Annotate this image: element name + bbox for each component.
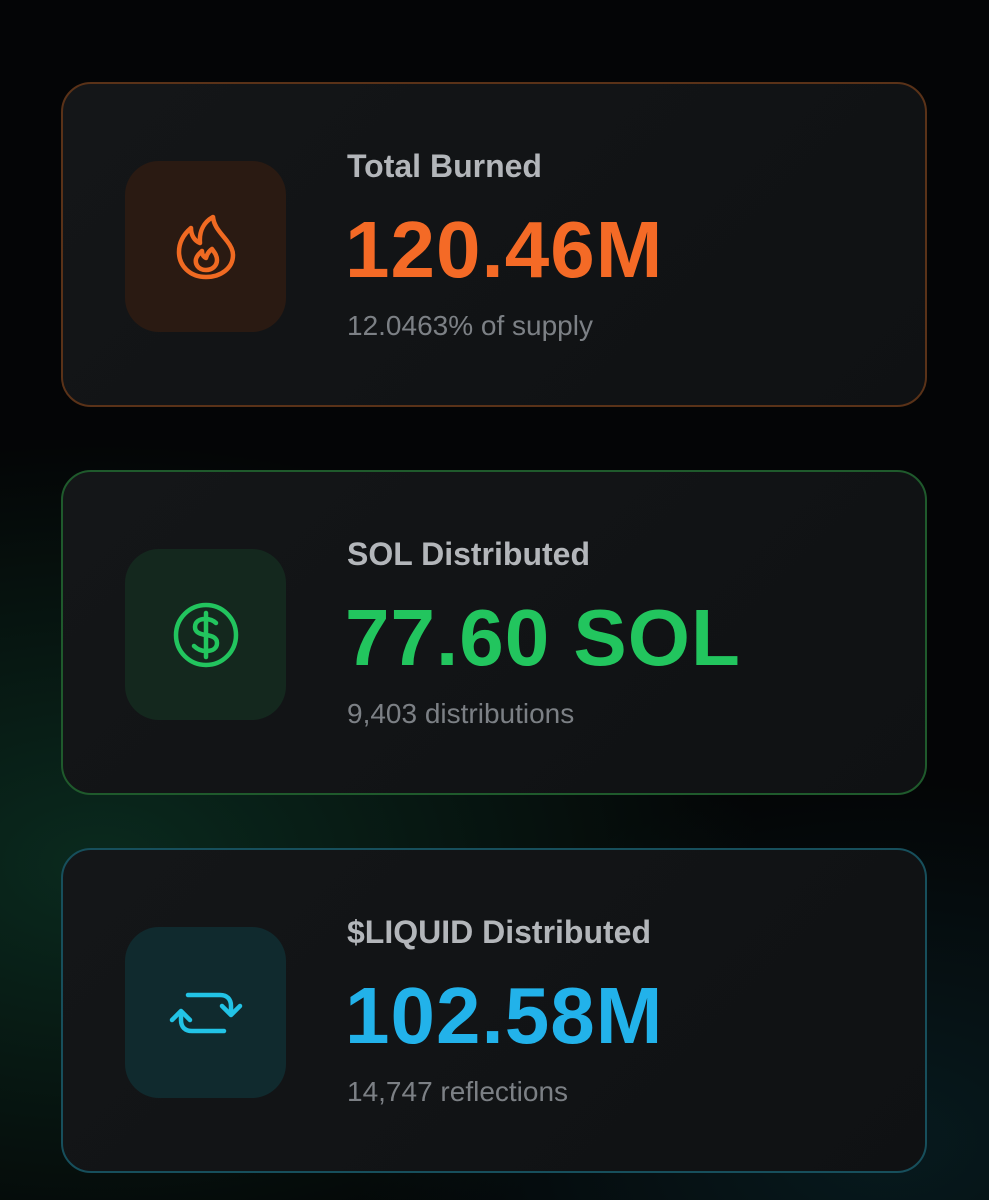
refresh-arrows-icon — [169, 992, 242, 1033]
card-value: 102.58M — [345, 971, 664, 1060]
card-subtext: 9,403 distributions — [347, 698, 575, 729]
card-label: Total Burned — [347, 148, 542, 184]
card-label: SOL Distributed — [347, 536, 590, 572]
dollar-icon-container — [125, 549, 286, 720]
total-burned-card: Total Burned 120.46M 12.0463% of supply — [61, 82, 927, 407]
flame-icon-container — [125, 161, 286, 332]
sol-distributed-card: SOL Distributed 77.60 SOL 9,403 distribu… — [61, 470, 927, 795]
card-subtext: 14,747 reflections — [347, 1076, 569, 1107]
card-subtext: 12.0463% of supply — [347, 310, 593, 341]
card-value: 77.60 SOL — [345, 593, 741, 682]
liquid-distributed-card: $LIQUID Distributed 102.58M 14,747 refle… — [61, 848, 927, 1173]
card-label: $LIQUID Distributed — [347, 914, 652, 950]
flame-icon — [176, 214, 235, 279]
card-value: 120.46M — [345, 205, 664, 294]
refresh-icon-container — [125, 927, 286, 1098]
dollar-circle-icon — [173, 602, 238, 667]
